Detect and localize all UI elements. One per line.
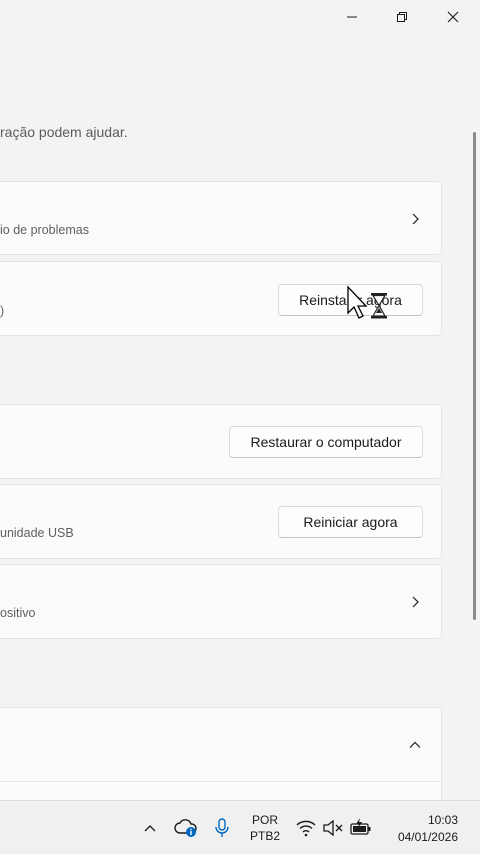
close-icon	[447, 11, 459, 23]
troubleshoot-subtitle: io de problemas	[0, 223, 89, 237]
chevron-up-icon	[144, 825, 156, 832]
microphone-button[interactable]	[210, 816, 234, 840]
wifi-icon	[296, 820, 316, 837]
restart-now-button[interactable]: Reiniciar agora	[278, 506, 423, 538]
microphone-icon	[215, 818, 229, 837]
restore-computer-button[interactable]: Restaurar o computador	[229, 426, 423, 458]
battery-charging-icon	[350, 818, 371, 835]
restore-button[interactable]	[379, 0, 425, 34]
scrollbar-thumb[interactable]	[473, 132, 476, 620]
close-button[interactable]	[430, 0, 476, 34]
section-divider	[0, 781, 442, 782]
chevron-right-icon	[412, 596, 419, 608]
cloud-info-icon	[174, 819, 197, 837]
onedrive-status-button[interactable]	[172, 816, 200, 840]
device-card[interactable]: ositivo	[0, 564, 442, 639]
advanced-startup-card: unidade USB Reiniciar agora	[0, 484, 442, 559]
quick-settings-button[interactable]	[294, 814, 378, 842]
troubleshoot-card[interactable]: io de problemas	[0, 181, 442, 255]
device-subtitle: ositivo	[0, 606, 36, 620]
chevron-up-icon	[409, 741, 421, 748]
reinstall-subtitle: )	[0, 304, 5, 318]
clock-date: 04/01/2026	[397, 830, 458, 844]
language-code: POR	[251, 813, 278, 827]
intro-text: ração podem ajudar.	[0, 124, 128, 140]
chevron-right-icon	[412, 213, 419, 225]
minimize-button[interactable]	[329, 0, 375, 34]
minimize-icon	[347, 16, 357, 18]
language-indicator[interactable]: POR PTB2	[244, 812, 286, 844]
restore-icon	[397, 12, 407, 22]
keyboard-layout: PTB2	[249, 829, 280, 843]
expandable-section[interactable]	[0, 707, 442, 807]
show-hidden-icons-button[interactable]	[138, 818, 162, 838]
clock-button[interactable]: 10:03 04/01/2026	[382, 812, 478, 846]
volume-muted-icon	[323, 819, 343, 837]
clock-time: 10:03	[427, 813, 458, 827]
advanced-startup-subtitle: unidade USB	[0, 526, 74, 540]
taskbar: POR PTB2 10:03 04/01/2026	[0, 800, 480, 854]
busy-cursor-icon	[347, 285, 387, 319]
restore-card: Restaurar o computador	[0, 404, 442, 479]
